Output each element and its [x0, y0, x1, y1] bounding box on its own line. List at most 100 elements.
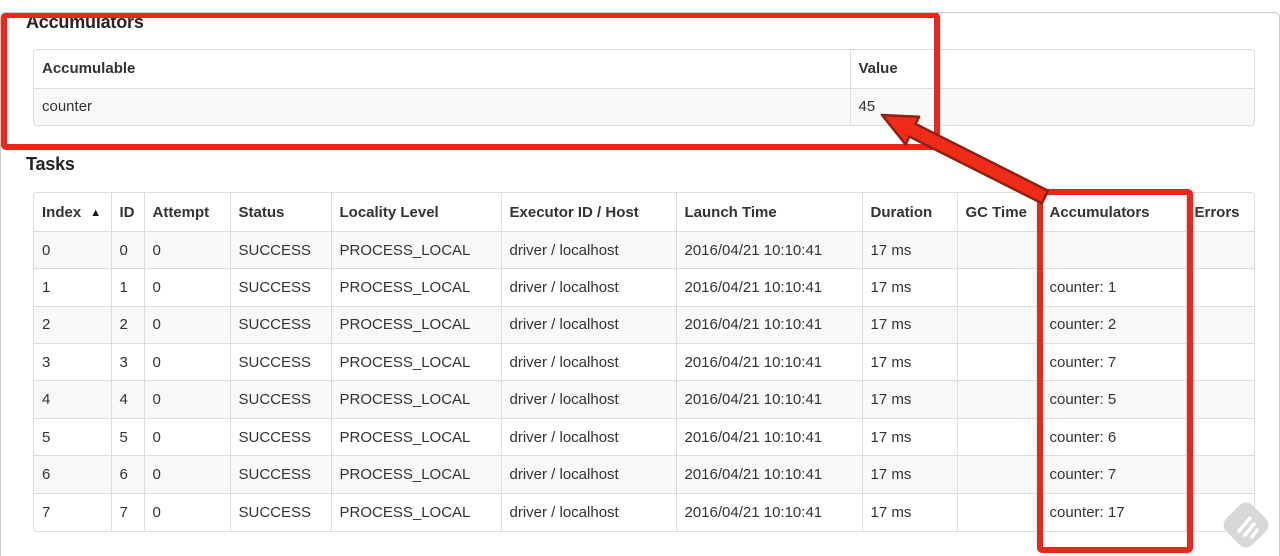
cell-gc-time [956, 417, 1041, 456]
column-header-value[interactable]: Value [849, 50, 1254, 89]
cell-locality-level: PROCESS_LOCAL [330, 455, 501, 494]
cell-locality-level: PROCESS_LOCAL [330, 380, 501, 419]
cell-id: 7 [110, 492, 144, 531]
table-row: 5 5 0 SUCCESS PROCESS_LOCAL driver / localhos… [34, 417, 1254, 456]
cell-locality-level: PROCESS_LOCAL [330, 492, 501, 531]
cell-attempt: 0 [143, 305, 230, 344]
column-header-executor-id-host[interactable]: Executor ID / Host [500, 193, 676, 232]
cell-executor-id-host: driver / localhost [500, 305, 676, 344]
cell-attempt: 0 [143, 343, 230, 381]
column-header-attempt[interactable]: Attempt [143, 193, 230, 232]
cell-gc-time [956, 305, 1041, 344]
cell-gc-time [956, 380, 1041, 419]
table-row: 7 7 0 SUCCESS PROCESS_LOCAL driver / localhos… [34, 492, 1254, 531]
cell-duration: 17 ms [861, 268, 957, 307]
cell-id: 6 [110, 455, 144, 494]
cell-executor-id-host: driver / localhost [500, 343, 676, 381]
cell-attempt: 0 [143, 417, 230, 456]
cell-index: 0 [34, 230, 111, 269]
cell-id: 0 [110, 230, 144, 269]
cell-gc-time [956, 230, 1041, 269]
cell-status: SUCCESS [229, 305, 331, 344]
cell-id: 5 [110, 417, 144, 456]
column-header-status[interactable]: Status [229, 193, 331, 232]
column-header-index-label: Index [42, 203, 82, 221]
cell-index: 7 [34, 492, 111, 531]
column-header-locality-level[interactable]: Locality Level [330, 193, 501, 232]
accumulators-section-title: Accumulators [26, 12, 144, 32]
cell-attempt: 0 [143, 492, 230, 531]
column-header-accumulators[interactable]: Accumulators [1040, 193, 1186, 232]
cell-index: 6 [34, 455, 111, 494]
column-header-errors[interactable]: Errors [1185, 193, 1254, 232]
column-header-accumulable[interactable]: Accumulable [34, 50, 850, 89]
table-row: counter 45 [34, 87, 1254, 126]
cell-executor-id-host: driver / localhost [500, 380, 676, 419]
cell-launch-time: 2016/04/21 10:10:41 [675, 417, 862, 456]
cell-locality-level: PROCESS_LOCAL [330, 417, 501, 456]
cell-duration: 17 ms [861, 455, 957, 494]
cell-executor-id-host: driver / localhost [500, 230, 676, 269]
cell-duration: 17 ms [861, 380, 957, 419]
cell-status: SUCCESS [229, 343, 331, 381]
cell-attempt: 0 [143, 380, 230, 419]
cell-launch-time: 2016/04/21 10:10:41 [675, 230, 862, 269]
cell-status: SUCCESS [229, 492, 331, 531]
table-row: 4 4 0 SUCCESS PROCESS_LOCAL driver / localhos… [34, 380, 1254, 419]
column-header-launch-time[interactable]: Launch Time [675, 193, 862, 232]
cell-launch-time: 2016/04/21 10:10:41 [675, 343, 862, 381]
cell-locality-level: PROCESS_LOCAL [330, 343, 501, 381]
cell-duration: 17 ms [861, 305, 957, 344]
cell-duration: 17 ms [861, 417, 957, 456]
cell-errors [1185, 380, 1254, 419]
cell-status: SUCCESS [229, 230, 331, 269]
cell-errors [1185, 268, 1254, 307]
cell-index: 2 [34, 305, 111, 344]
cell-status: SUCCESS [229, 417, 331, 456]
cell-accumulators [1040, 230, 1186, 269]
cell-launch-time: 2016/04/21 10:10:41 [675, 305, 862, 344]
tasks-table: Index ▲ ID Attempt Status Locality Level … [33, 192, 1255, 532]
cell-executor-id-host: driver / localhost [500, 455, 676, 494]
cell-status: SUCCESS [229, 268, 331, 307]
column-header-duration[interactable]: Duration [861, 193, 957, 232]
cell-value: 45 [849, 87, 1254, 126]
cell-launch-time: 2016/04/21 10:10:41 [675, 492, 862, 531]
cell-accumulators: counter: 7 [1040, 455, 1186, 494]
cell-accumulators: counter: 6 [1040, 417, 1186, 456]
cell-attempt: 0 [143, 268, 230, 307]
cell-duration: 17 ms [861, 492, 957, 531]
cell-executor-id-host: driver / localhost [500, 417, 676, 456]
cell-accumulators: counter: 17 [1040, 492, 1186, 531]
column-header-id[interactable]: ID [110, 193, 144, 232]
cell-launch-time: 2016/04/21 10:10:41 [675, 268, 862, 307]
cell-index: 1 [34, 268, 111, 307]
cell-id: 2 [110, 305, 144, 344]
table-row: 1 1 0 SUCCESS PROCESS_LOCAL driver / localhos… [34, 268, 1254, 307]
cell-id: 1 [110, 268, 144, 307]
tasks-header-row: Index ▲ ID Attempt Status Locality Level … [34, 193, 1254, 232]
cell-gc-time [956, 492, 1041, 531]
cell-errors [1185, 492, 1254, 531]
column-header-gc-time[interactable]: GC Time [956, 193, 1041, 232]
cell-duration: 17 ms [861, 343, 957, 381]
cell-gc-time [956, 455, 1041, 494]
column-header-index[interactable]: Index ▲ [34, 193, 111, 232]
cell-accumulators: counter: 7 [1040, 343, 1186, 381]
accumulators-table: Accumulable Value counter 45 [33, 49, 1255, 127]
cell-launch-time: 2016/04/21 10:10:41 [675, 380, 862, 419]
table-row: 0 0 0 SUCCESS PROCESS_LOCAL driver / localhos… [34, 230, 1254, 269]
tasks-section-title: Tasks [26, 154, 75, 175]
cell-errors [1185, 230, 1254, 269]
cell-executor-id-host: driver / localhost [500, 268, 676, 307]
cell-errors [1185, 305, 1254, 344]
cell-launch-time: 2016/04/21 10:10:41 [675, 455, 862, 494]
table-row: 3 3 0 SUCCESS PROCESS_LOCAL driver / localhos… [34, 343, 1254, 381]
cell-accumulators: counter: 2 [1040, 305, 1186, 344]
cell-duration: 17 ms [861, 230, 957, 269]
cell-gc-time [956, 343, 1041, 381]
accumulators-header-row: Accumulable Value [34, 50, 1254, 89]
cell-attempt: 0 [143, 455, 230, 494]
cell-id: 3 [110, 343, 144, 381]
cell-locality-level: PROCESS_LOCAL [330, 268, 501, 307]
